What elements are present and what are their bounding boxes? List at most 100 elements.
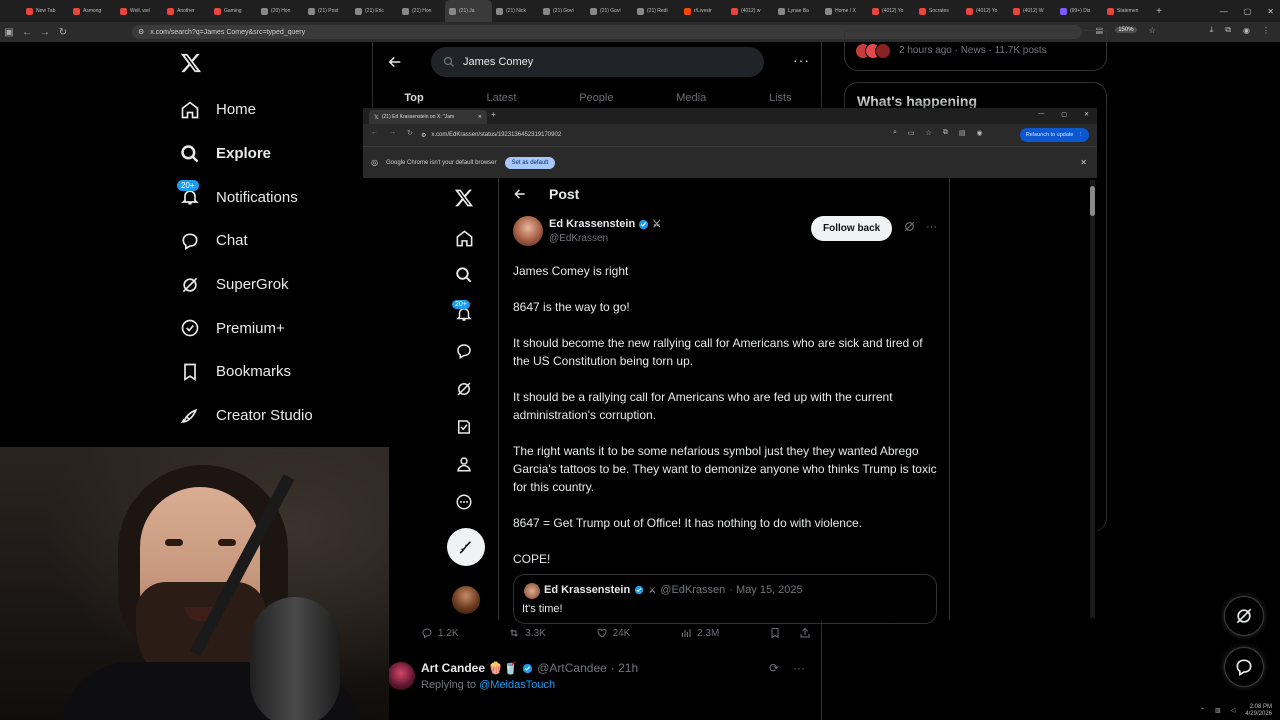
maximize-icon[interactable]: ▢: [1244, 7, 1252, 16]
premium-icon[interactable]: [452, 415, 476, 439]
back-arrow-icon[interactable]: [387, 54, 403, 70]
more-circle-icon[interactable]: [452, 490, 476, 514]
popup-address-bar[interactable]: ⚙ x.com/EdKrassen/status/192313645231917…: [421, 128, 911, 142]
zoom-icon[interactable]: ⌕: [893, 129, 897, 137]
back-arrow-icon[interactable]: [513, 187, 527, 201]
more-options-icon[interactable]: ···: [926, 221, 937, 233]
sidebar-item-supergrok[interactable]: SuperGrok: [180, 263, 313, 307]
browser-tab[interactable]: r/Livestr: [680, 0, 727, 22]
avatar[interactable]: [387, 662, 415, 690]
profile-icon[interactable]: ◉: [1243, 26, 1250, 35]
browser-tab[interactable]: (21) Redi: [633, 0, 680, 22]
sidebar-item-creator-studio[interactable]: Creator Studio: [180, 394, 313, 438]
maximize-icon[interactable]: ▢: [1061, 111, 1067, 118]
extensions-icon[interactable]: ⧉: [943, 129, 948, 137]
profile-icon[interactable]: ◉: [976, 129, 982, 137]
author-name[interactable]: Ed Krassenstein: [549, 218, 635, 230]
chat-icon[interactable]: [452, 339, 476, 363]
bookmark-star-icon[interactable]: ☆: [926, 129, 932, 137]
forward-icon[interactable]: →: [389, 129, 396, 137]
sidebar-item-bookmarks[interactable]: Bookmarks: [180, 350, 313, 394]
bookmark-star-icon[interactable]: ☆: [1149, 26, 1156, 35]
browser-tab[interactable]: (21) Ja: [445, 0, 492, 22]
close-window-icon[interactable]: ✕: [1267, 7, 1274, 16]
back-icon[interactable]: ←: [18, 27, 36, 38]
scrollbar-thumb[interactable]: [1090, 186, 1095, 216]
network-icon[interactable]: ▥: [1215, 707, 1221, 714]
reply-author-handle[interactable]: @ArtCandee: [537, 661, 607, 675]
browser-tab[interactable]: Another: [163, 0, 210, 22]
site-info-icon[interactable]: ⚙: [138, 28, 144, 36]
browser-tab[interactable]: (20) Hon: [257, 0, 304, 22]
zoom-level[interactable]: 150%: [1115, 27, 1137, 33]
relaunch-button[interactable]: Relaunch to update ⋮: [1019, 128, 1089, 142]
browser-tab[interactable]: Asmong: [69, 0, 116, 22]
profile-icon[interactable]: [452, 452, 476, 476]
browser-tab[interactable]: (21) Govi: [539, 0, 586, 22]
close-window-icon[interactable]: ✕: [1084, 111, 1089, 118]
browser-tab[interactable]: New Tab: [22, 0, 69, 22]
grok-icon[interactable]: [452, 377, 476, 401]
new-tab-icon[interactable]: +: [491, 110, 496, 119]
trend-card[interactable]: 2 hours ago · News · 11.7K posts: [844, 30, 1107, 71]
forward-icon[interactable]: →: [36, 27, 54, 38]
close-infobar-icon[interactable]: ✕: [1080, 158, 1087, 167]
sidebar-item-notifications[interactable]: 20+ Notifications: [177, 175, 313, 219]
browser-tab[interactable]: Lynae Ba: [774, 0, 821, 22]
menu-icon[interactable]: ⋮: [1262, 26, 1270, 35]
tab-top[interactable]: Top: [404, 92, 423, 104]
tab-people[interactable]: People: [579, 92, 613, 104]
search-icon[interactable]: [452, 263, 476, 287]
browser-tab[interactable]: (21) Hon: [398, 0, 445, 22]
browser-tab[interactable]: Statemen: [1103, 0, 1150, 22]
browser-tab[interactable]: (21) Govi: [586, 0, 633, 22]
minimize-icon[interactable]: —: [1038, 111, 1044, 118]
search-input[interactable]: James Comey: [431, 47, 764, 77]
sidebar-toggle-icon[interactable]: ▣: [0, 27, 18, 38]
browser-tab[interactable]: Well, wel: [116, 0, 163, 22]
sidebar-item-home[interactable]: Home: [180, 88, 313, 132]
browser-tab[interactable]: (21) Nick: [492, 0, 539, 22]
tray-arrow-icon[interactable]: ⌃: [1200, 707, 1205, 714]
clock[interactable]: 2:08 PM 4/29/2026: [1245, 704, 1272, 718]
browser-tab[interactable]: (21) Eric: [351, 0, 398, 22]
compose-post-button[interactable]: [447, 528, 485, 566]
browser-tab[interactable]: (4012) Yo: [868, 0, 915, 22]
x-logo-icon[interactable]: [452, 186, 476, 210]
messages-floating-button[interactable]: [1224, 647, 1264, 687]
bookmark-icon[interactable]: [769, 627, 781, 639]
reload-icon[interactable]: ↻: [407, 129, 413, 137]
minimize-icon[interactable]: —: [1220, 7, 1228, 16]
close-tab-icon[interactable]: ✕: [478, 114, 482, 120]
set-default-button[interactable]: Set as default: [504, 156, 556, 169]
sidebar-item-premium[interactable]: Premium+: [180, 306, 313, 350]
site-info-icon[interactable]: ⚙: [421, 132, 426, 139]
avatar[interactable]: [513, 216, 543, 246]
tab-latest[interactable]: Latest: [486, 92, 516, 104]
browser-tab[interactable]: (99+) Dis: [1056, 0, 1103, 22]
follow-back-button[interactable]: Follow back: [811, 216, 893, 241]
browser-tab[interactable]: Home / X: [821, 0, 868, 22]
home-icon[interactable]: [452, 226, 476, 250]
grok-floating-button[interactable]: [1224, 596, 1264, 636]
share-icon[interactable]: [799, 627, 811, 639]
reload-icon[interactable]: ↻: [54, 27, 72, 38]
download-icon[interactable]: ⤓: [1210, 25, 1214, 35]
grok-icon[interactable]: ⟳: [769, 661, 779, 675]
quoted-post[interactable]: Ed Krassenstein ⚔ @EdKrassen · May 15, 2…: [513, 574, 937, 624]
more-options-icon[interactable]: ···: [793, 661, 805, 675]
views-button[interactable]: 2.3M: [680, 627, 719, 639]
browser-tab[interactable]: Gaming: [210, 0, 257, 22]
reply-button[interactable]: 1.2K: [421, 627, 459, 639]
cast-icon[interactable]: ▭: [908, 129, 915, 137]
avatar[interactable]: [452, 586, 480, 614]
grok-icon[interactable]: [903, 220, 916, 233]
repost-button[interactable]: 3.3K: [508, 627, 546, 639]
like-button[interactable]: 24K: [596, 627, 630, 639]
sidebar-item-explore[interactable]: Explore: [180, 132, 313, 176]
browser-tab[interactable]: (4012) W: [1009, 0, 1056, 22]
new-tab-icon[interactable]: +: [1150, 6, 1168, 17]
volume-icon[interactable]: ◁: [1231, 707, 1236, 714]
author-handle[interactable]: @EdKrassen: [549, 233, 608, 244]
tab-media[interactable]: Media: [676, 92, 706, 104]
